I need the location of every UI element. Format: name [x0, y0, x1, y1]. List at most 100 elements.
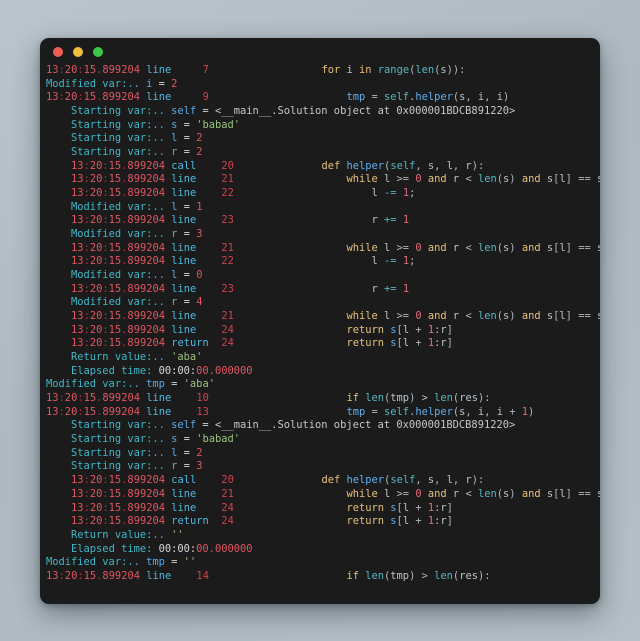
code-token: tmp: [390, 569, 410, 582]
code-token: self: [384, 405, 410, 418]
line-number: 14: [196, 569, 209, 582]
code-token: ,: [415, 474, 428, 487]
window-titlebar[interactable]: [40, 38, 600, 64]
trace-variable-row: Modified var:.. tmp = 'aba': [46, 378, 594, 392]
close-button[interactable]: [53, 47, 63, 57]
code-token: return: [346, 337, 385, 350]
trace-event-row: 13:20:15.899204 line 24 return s[l + 1:r…: [46, 324, 594, 338]
trace-variable-row: Modified var:.. tmp = '': [46, 556, 594, 570]
trace-event-row: 13:20:15.899204 line 21 while l >= 0 and…: [46, 173, 600, 187]
code-token: ,: [484, 405, 497, 418]
variable-label: Starting var:..: [71, 446, 165, 459]
event-type: line: [171, 282, 197, 295]
variable-label: Starting var:..: [71, 146, 165, 159]
variable-label: Modified var:..: [71, 269, 165, 282]
variable-value: 1: [196, 200, 203, 213]
line-number: 22: [221, 187, 234, 200]
variable-value: 'aba': [183, 378, 215, 391]
minimize-button[interactable]: [73, 47, 83, 57]
code-token: for: [321, 64, 341, 76]
variable-name: tmp: [146, 556, 165, 569]
elapsed-time-prefix: 00:00:: [158, 364, 197, 377]
elapsed-time-value: 00.000000: [196, 364, 253, 377]
trace-event-row: 13:20:15.899204 line 22 l -= 1;: [46, 255, 594, 269]
assign-operator: =: [177, 228, 197, 241]
variable-name: self: [171, 419, 197, 432]
line-number: 24: [221, 337, 234, 350]
trace-event-row: 13:20:15.899204 line 22 l -= 1;: [46, 187, 594, 201]
maximize-button[interactable]: [93, 47, 103, 57]
trace-elapsed-time-row: Elapsed time: 00:00:00.000000: [46, 543, 594, 557]
trace-event-row: 13:20:15.899204 line 23 r += 1: [46, 214, 594, 228]
code-token: len: [365, 569, 385, 582]
code-token: ,: [484, 91, 497, 104]
code-token: in: [359, 64, 372, 76]
trace-variable-row: Starting var:.. l = 2: [46, 132, 594, 146]
code-token: tmp: [346, 405, 366, 418]
code-token: 1: [402, 282, 410, 295]
code-token: and: [521, 241, 541, 254]
variable-value: '': [183, 556, 197, 569]
code-token: ==: [578, 487, 591, 500]
trace-elapsed-time-row: Elapsed time: 00:00:00.000000: [46, 365, 594, 379]
code-token: helper: [346, 159, 385, 172]
elapsed-time-label: Elapsed time:: [71, 542, 153, 555]
variable-label: Modified var:..: [46, 77, 140, 90]
code-token: =: [365, 405, 385, 418]
variable-value: 3: [196, 228, 203, 241]
code-token: helper: [415, 91, 453, 104]
code-token: ,: [452, 474, 466, 487]
code-token: ;: [409, 187, 416, 200]
code-token: and: [427, 310, 447, 323]
trace-variable-row: Modified var:.. l = 1: [46, 201, 594, 215]
variable-value: 3: [196, 460, 203, 473]
code-token: range: [377, 64, 410, 76]
variable-value: <__main__.Solution object at 0x000001BDC…: [214, 419, 516, 432]
assign-operator: =: [177, 446, 197, 459]
code-token: ,: [465, 91, 478, 104]
code-token: len: [365, 392, 385, 405]
trace-event-row: 13:20:15.899204 line 10 if len(tmp) > le…: [46, 392, 594, 406]
trace-return-value-row: Return value:.. 'aba': [46, 351, 594, 365]
variable-label: Starting var:..: [71, 433, 165, 446]
variable-label: Starting var:..: [71, 419, 165, 432]
code-token: s: [597, 173, 600, 185]
code-token: len: [477, 173, 497, 186]
event-type: call: [171, 159, 197, 172]
code-token: :: [484, 392, 491, 405]
line-number: 24: [221, 515, 234, 528]
code-token: len: [477, 310, 497, 323]
trace-variable-row: Starting var:.. self = <__main__.Solutio…: [46, 105, 594, 119]
variable-label: Modified var:..: [46, 378, 140, 391]
event-type: line: [146, 64, 172, 76]
variable-value: 'babad': [196, 433, 240, 446]
code-token: s: [597, 488, 600, 500]
assign-operator: =: [177, 460, 197, 473]
variable-value: 2: [196, 446, 203, 459]
code-token: -=: [384, 187, 397, 200]
debugger-trace-output[interactable]: 13:20:15.899204 line 7 for i in range(le…: [40, 64, 600, 584]
